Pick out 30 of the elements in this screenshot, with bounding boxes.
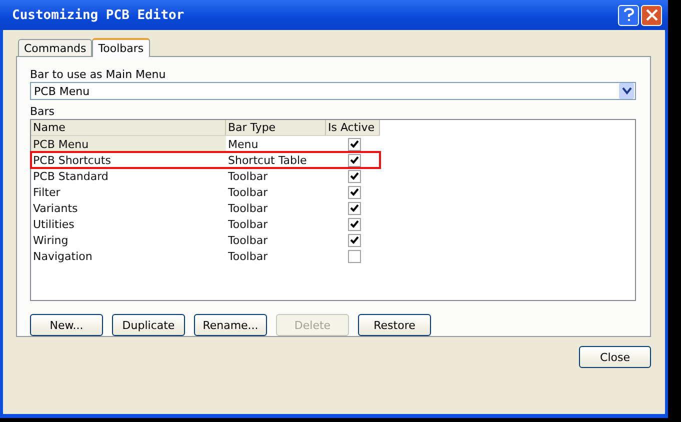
table-cell-text: Shortcut Table xyxy=(227,152,308,168)
dialog-button[interactable]: Restore xyxy=(358,314,431,336)
table-cell-text: Toolbar xyxy=(227,200,269,216)
column-header[interactable]: Is Active xyxy=(326,120,380,136)
table-cell-text: Toolbar xyxy=(227,232,269,248)
dialog-button[interactable]: Duplicate xyxy=(112,314,185,336)
column-header[interactable]: Bar Type xyxy=(226,120,326,136)
tab[interactable]: Commands xyxy=(18,39,92,56)
table-cell-text: Menu xyxy=(227,136,260,152)
tab[interactable]: Toolbars xyxy=(92,38,150,57)
dialog-button[interactable]: New... xyxy=(30,314,103,336)
table-cell[interactable]: Filter xyxy=(31,184,226,200)
table-cell-text: Toolbar xyxy=(227,248,269,264)
table-cell-text: Toolbar xyxy=(227,216,269,232)
window-title: Customizing PCB Editor xyxy=(12,8,184,22)
table-cell-text: Toolbar xyxy=(227,168,269,184)
group-label: Bars xyxy=(30,105,56,120)
column-header[interactable]: Name xyxy=(31,120,226,136)
table-cell[interactable]: PCB Menu xyxy=(31,136,226,152)
table-cell[interactable]: PCB Standard xyxy=(31,168,226,184)
table-cell[interactable]: Utilities xyxy=(31,216,226,232)
table-cell[interactable]: Navigation xyxy=(31,248,226,264)
field-label: Bar to use as Main Menu xyxy=(30,68,167,82)
table-cell-text: Toolbar xyxy=(227,184,269,200)
dialog-button[interactable]: Rename... xyxy=(194,314,267,336)
table-cell[interactable]: Variants xyxy=(31,200,226,216)
table-cell[interactable]: PCB Shortcuts xyxy=(31,152,226,168)
main-menu-dropdown[interactable]: PCB Menu xyxy=(30,82,636,100)
close-dialog-button[interactable]: Close xyxy=(579,346,651,368)
table-cell[interactable]: Wiring xyxy=(31,232,226,248)
